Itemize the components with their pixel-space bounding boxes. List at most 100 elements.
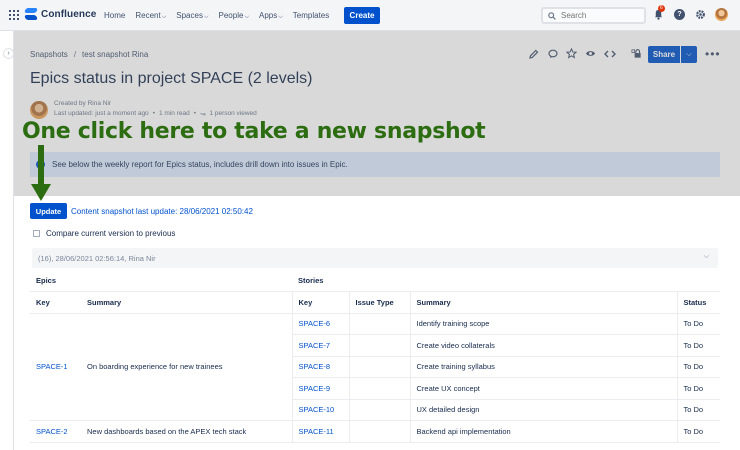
comment-button[interactable]: [546, 47, 559, 60]
story-key-cell: SPACE-10: [291, 399, 349, 421]
story-key-cell: SPACE-6: [291, 313, 349, 335]
restrictions-icon: [631, 49, 641, 58]
status-cell: To Do: [676, 356, 720, 378]
comment-icon: [547, 49, 558, 58]
read-time: 1 min read: [158, 110, 190, 117]
status-cell: To Do: [676, 313, 720, 335]
annotation-arrow-shaft: [38, 145, 44, 185]
story-summary-cell: Create training syllabus: [409, 356, 677, 378]
story-key-link[interactable]: SPACE-10: [299, 405, 335, 414]
confluence-logo[interactable]: Confluence: [24, 8, 97, 20]
meta-bullet: •: [193, 110, 196, 117]
nav-apps[interactable]: Apps⌵: [259, 11, 283, 21]
analytics-icon: ↝: [199, 111, 206, 118]
breadcrumb-item-snapshots[interactable]: Snapshots: [30, 50, 68, 59]
col-status[interactable]: Status: [676, 291, 720, 314]
epic-key-cell: SPACE-2: [30, 420, 81, 443]
col-epic-key[interactable]: Key: [30, 291, 81, 314]
sidebar-collapsed: ›: [0, 31, 14, 450]
share-button-group: Share ⌵: [648, 46, 697, 63]
nav-recent[interactable]: Recent⌵: [135, 11, 166, 21]
help-icon: ?: [674, 9, 685, 20]
story-key-link[interactable]: SPACE-9: [299, 384, 331, 393]
notifications-button[interactable]: 6: [652, 5, 665, 21]
view-source-button[interactable]: [603, 47, 616, 60]
annotation-callout: One click here to take a new snapshot: [22, 119, 486, 144]
story-summary-cell: Identify training scope: [409, 313, 677, 335]
chevron-down-icon: ⌵: [278, 14, 283, 20]
help-button[interactable]: ?: [673, 8, 686, 21]
epic-key-cell: SPACE-1: [30, 313, 81, 421]
compare-option[interactable]: Compare current version to previous: [33, 229, 175, 238]
epics-status-table: Epics Stories Key Summary Key Issue Type…: [30, 270, 720, 443]
issue-type-cell: [348, 420, 410, 443]
author-avatar[interactable]: [30, 101, 48, 119]
col-epic-summary[interactable]: Summary: [81, 291, 292, 314]
group-header-epics: Epics: [30, 270, 292, 292]
snapshot-timestamp-link[interactable]: Content snapshot last update: 28/06/2021…: [71, 207, 253, 216]
epic-key-link[interactable]: SPACE-2: [36, 427, 68, 436]
search-box[interactable]: [541, 7, 646, 24]
search-input[interactable]: [561, 11, 641, 20]
story-key-link[interactable]: SPACE-6: [299, 319, 331, 328]
group-header-stories: Stories: [292, 270, 720, 292]
nav-people[interactable]: People⌵: [219, 11, 249, 21]
app-switcher-icon[interactable]: [9, 10, 19, 20]
chevron-down-icon: ⌵: [203, 14, 209, 20]
story-key-cell: SPACE-11: [291, 420, 349, 443]
created-by: Created by Rina Nir: [54, 100, 112, 107]
story-key-link[interactable]: SPACE-7: [299, 341, 331, 350]
issue-type-cell: [348, 399, 410, 421]
edit-button[interactable]: [527, 47, 540, 60]
avatar: [715, 8, 728, 21]
breadcrumb-item-test-snapshot[interactable]: test snapshot Rina: [82, 50, 148, 59]
status-cell: To Do: [676, 399, 720, 421]
compare-checkbox[interactable]: [33, 230, 40, 237]
epic-key-link[interactable]: SPACE-1: [36, 362, 68, 371]
nav-links: Home Recent⌵ Spaces⌵ People⌵ Apps⌵ Templ…: [104, 11, 329, 21]
more-actions-button[interactable]: •••: [705, 47, 721, 61]
settings-button[interactable]: [694, 8, 707, 21]
info-panel-text: See below the weekly report for Epics st…: [52, 160, 348, 169]
col-story-key[interactable]: Key: [291, 291, 349, 314]
status-cell: To Do: [676, 377, 720, 400]
annotation-arrow-icon: [31, 184, 51, 201]
story-key-link[interactable]: SPACE-8: [299, 362, 331, 371]
nav-spaces[interactable]: Spaces⌵: [176, 11, 208, 21]
update-snapshot-button[interactable]: Update: [30, 203, 67, 219]
version-select-value: (16), 28/06/2021 02:56:14, Rina Nir: [38, 253, 156, 263]
profile-button[interactable]: [715, 8, 728, 21]
story-key-cell: SPACE-7: [291, 334, 349, 357]
table-row: SPACE-1 On boarding experience for new t…: [30, 313, 720, 421]
share-button[interactable]: Share: [648, 46, 680, 63]
create-button[interactable]: Create: [344, 7, 380, 24]
col-issue-type[interactable]: Issue Type: [348, 291, 410, 314]
share-dropdown-button[interactable]: ⌵: [681, 46, 697, 63]
table-row: SPACE-2 New dashboards based on the APEX…: [30, 420, 720, 443]
chevron-down-icon: ⌵: [244, 14, 249, 20]
nav-templates[interactable]: Templates: [293, 11, 329, 21]
top-icons: 6 ?: [652, 5, 728, 21]
watch-button[interactable]: [584, 47, 597, 60]
status-cell: To Do: [676, 420, 720, 443]
story-summary-cell: Create video collaterals: [409, 334, 677, 357]
column-header-row: Key Summary Key Issue Type Summary Statu…: [30, 291, 720, 314]
app-name: Confluence: [41, 8, 97, 20]
search-icon: [548, 11, 556, 20]
story-summary-cell: Backend api implementation: [409, 420, 677, 443]
nav-home[interactable]: Home: [104, 11, 125, 21]
restrictions-button[interactable]: [630, 47, 643, 60]
version-select[interactable]: (16), 28/06/2021 02:56:14, Rina Nir ⌵: [32, 248, 718, 268]
story-summary-cell: Create UX concept: [409, 377, 677, 400]
issue-type-cell: [348, 356, 410, 378]
star-icon: [566, 48, 577, 59]
last-updated[interactable]: Last updated: just a moment ago: [54, 110, 149, 118]
story-key-link[interactable]: SPACE-11: [299, 427, 334, 436]
meta-bullet: •: [152, 110, 155, 117]
expand-sidebar-button[interactable]: ›: [3, 48, 14, 59]
star-button[interactable]: [565, 47, 578, 60]
views-count[interactable]: 1 person viewed: [209, 110, 256, 118]
status-cell: To Do: [676, 334, 720, 357]
col-story-summary[interactable]: Summary: [409, 291, 677, 314]
issue-type-cell: [348, 377, 410, 400]
